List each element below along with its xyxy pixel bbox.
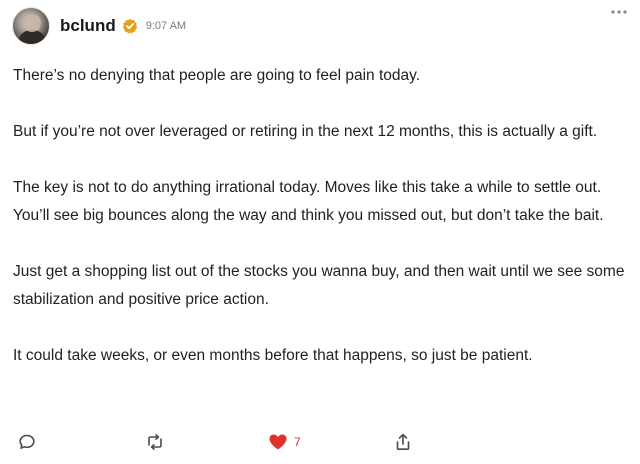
author-avatar[interactable]	[12, 7, 50, 45]
post-body: There’s no denying that people are going…	[13, 62, 625, 370]
post-paragraph: Just get a shopping list out of the stoc…	[13, 263, 625, 308]
restack-button[interactable]	[145, 430, 165, 454]
author-username[interactable]: bclund	[60, 16, 116, 36]
post-paragraph: It could take weeks, or even months befo…	[13, 347, 533, 364]
post-paragraph: There’s no denying that people are going…	[13, 67, 421, 84]
share-button[interactable]	[395, 430, 411, 454]
more-options-button[interactable]	[610, 6, 628, 16]
comment-icon	[19, 434, 35, 449]
verified-badge-icon	[122, 18, 138, 34]
restack-icon	[148, 434, 162, 450]
post-actions-bar: 7	[0, 430, 640, 454]
heart-icon	[269, 434, 287, 450]
share-icon	[396, 433, 410, 450]
like-button[interactable]: 7	[268, 430, 301, 454]
post-paragraph: But if you’re not over leveraged or reti…	[13, 123, 598, 140]
post-timestamp[interactable]: 9:07 AM	[146, 20, 186, 32]
comment-button[interactable]	[18, 430, 36, 454]
more-horizontal-icon	[611, 10, 627, 14]
like-count: 7	[294, 435, 301, 449]
post-header: bclund 9:07 AM	[12, 6, 628, 46]
post-paragraph: The key is not to do anything irrational…	[13, 179, 604, 224]
